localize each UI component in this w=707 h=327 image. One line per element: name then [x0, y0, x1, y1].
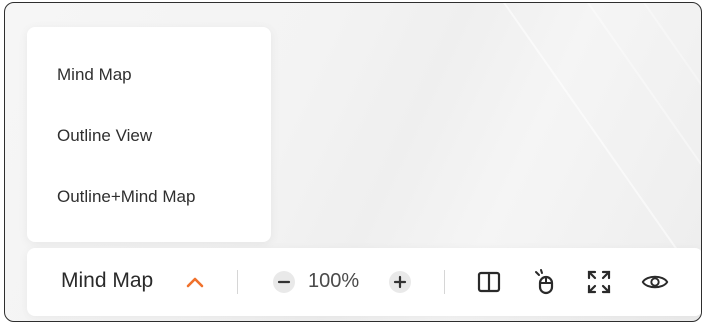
menu-item-outline-mind-map[interactable]: Outline+Mind Map	[57, 187, 195, 207]
menu-item-mind-map[interactable]: Mind Map	[57, 65, 132, 85]
view-mode-selector[interactable]: Mind Map	[61, 269, 153, 293]
view-mode-menu: Mind Map Outline View Outline+Mind Map	[27, 27, 271, 242]
zoom-level: 100%	[308, 270, 360, 292]
toolbar-divider	[444, 270, 445, 294]
fullscreen-icon[interactable]	[585, 268, 613, 296]
zoom-in-icon[interactable]	[388, 270, 412, 294]
eye-icon[interactable]	[641, 268, 669, 296]
background-streak	[545, 3, 701, 288]
split-view-icon[interactable]	[475, 268, 503, 296]
toolbar-divider	[237, 270, 238, 294]
app-window: Mind Map Outline View Outline+Mind Map M…	[4, 2, 702, 322]
bottom-toolbar: Mind Map 100%	[27, 248, 701, 316]
chevron-up-icon[interactable]	[182, 270, 208, 294]
zoom-out-icon[interactable]	[272, 270, 296, 294]
menu-item-outline-view[interactable]: Outline View	[57, 126, 152, 146]
mouse-icon[interactable]	[531, 268, 559, 296]
